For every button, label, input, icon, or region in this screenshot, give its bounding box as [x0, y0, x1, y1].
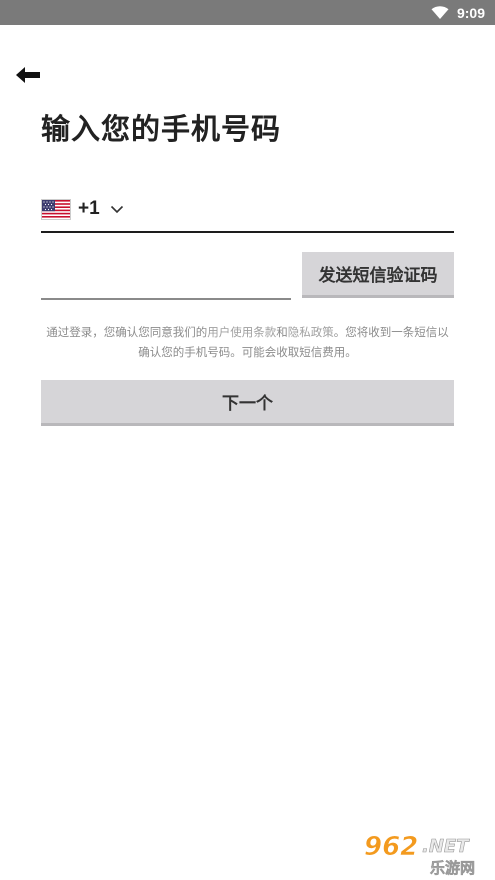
svg-text:.NET: .NET [422, 836, 470, 857]
next-button[interactable]: 下一个 [41, 380, 454, 426]
phone-number-input[interactable] [151, 194, 451, 224]
verification-code-input[interactable] [41, 254, 291, 294]
country-code-selector[interactable]: +1 [41, 195, 124, 223]
back-arrow-icon [16, 67, 40, 83]
status-bar: 9:09 [0, 0, 495, 25]
us-flag-icon [41, 198, 71, 220]
terms-notice: 通过登录，您确认您同意我们的用户使用条款和隐私政策。您将收到一条短信以确认您的手… [41, 322, 454, 362]
svg-text:乐游网: 乐游网 [430, 859, 475, 876]
phone-number-row: +1 [41, 188, 454, 233]
send-code-button[interactable]: 发送短信验证码 [302, 252, 454, 298]
terms-conjunction: 和 [276, 325, 288, 339]
terms-of-use-link[interactable]: 用户使用条款 [207, 325, 276, 339]
terms-prefix: 通过登录，您确认您同意我们的 [46, 325, 208, 339]
svg-text:962: 962 [364, 832, 418, 862]
status-time: 9:09 [456, 4, 485, 21]
country-code: +1 [78, 198, 100, 219]
chevron-down-icon [110, 205, 124, 214]
watermark-logo: 962 .NET 乐游网 [356, 828, 490, 878]
page-title: 输入您的手机号码 [41, 112, 282, 146]
status-indicators: 9:09 [431, 0, 485, 25]
wifi-icon [431, 5, 449, 20]
verification-code-field [41, 254, 291, 300]
privacy-policy-link[interactable]: 隐私政策 [288, 325, 334, 339]
back-button[interactable] [14, 62, 44, 88]
